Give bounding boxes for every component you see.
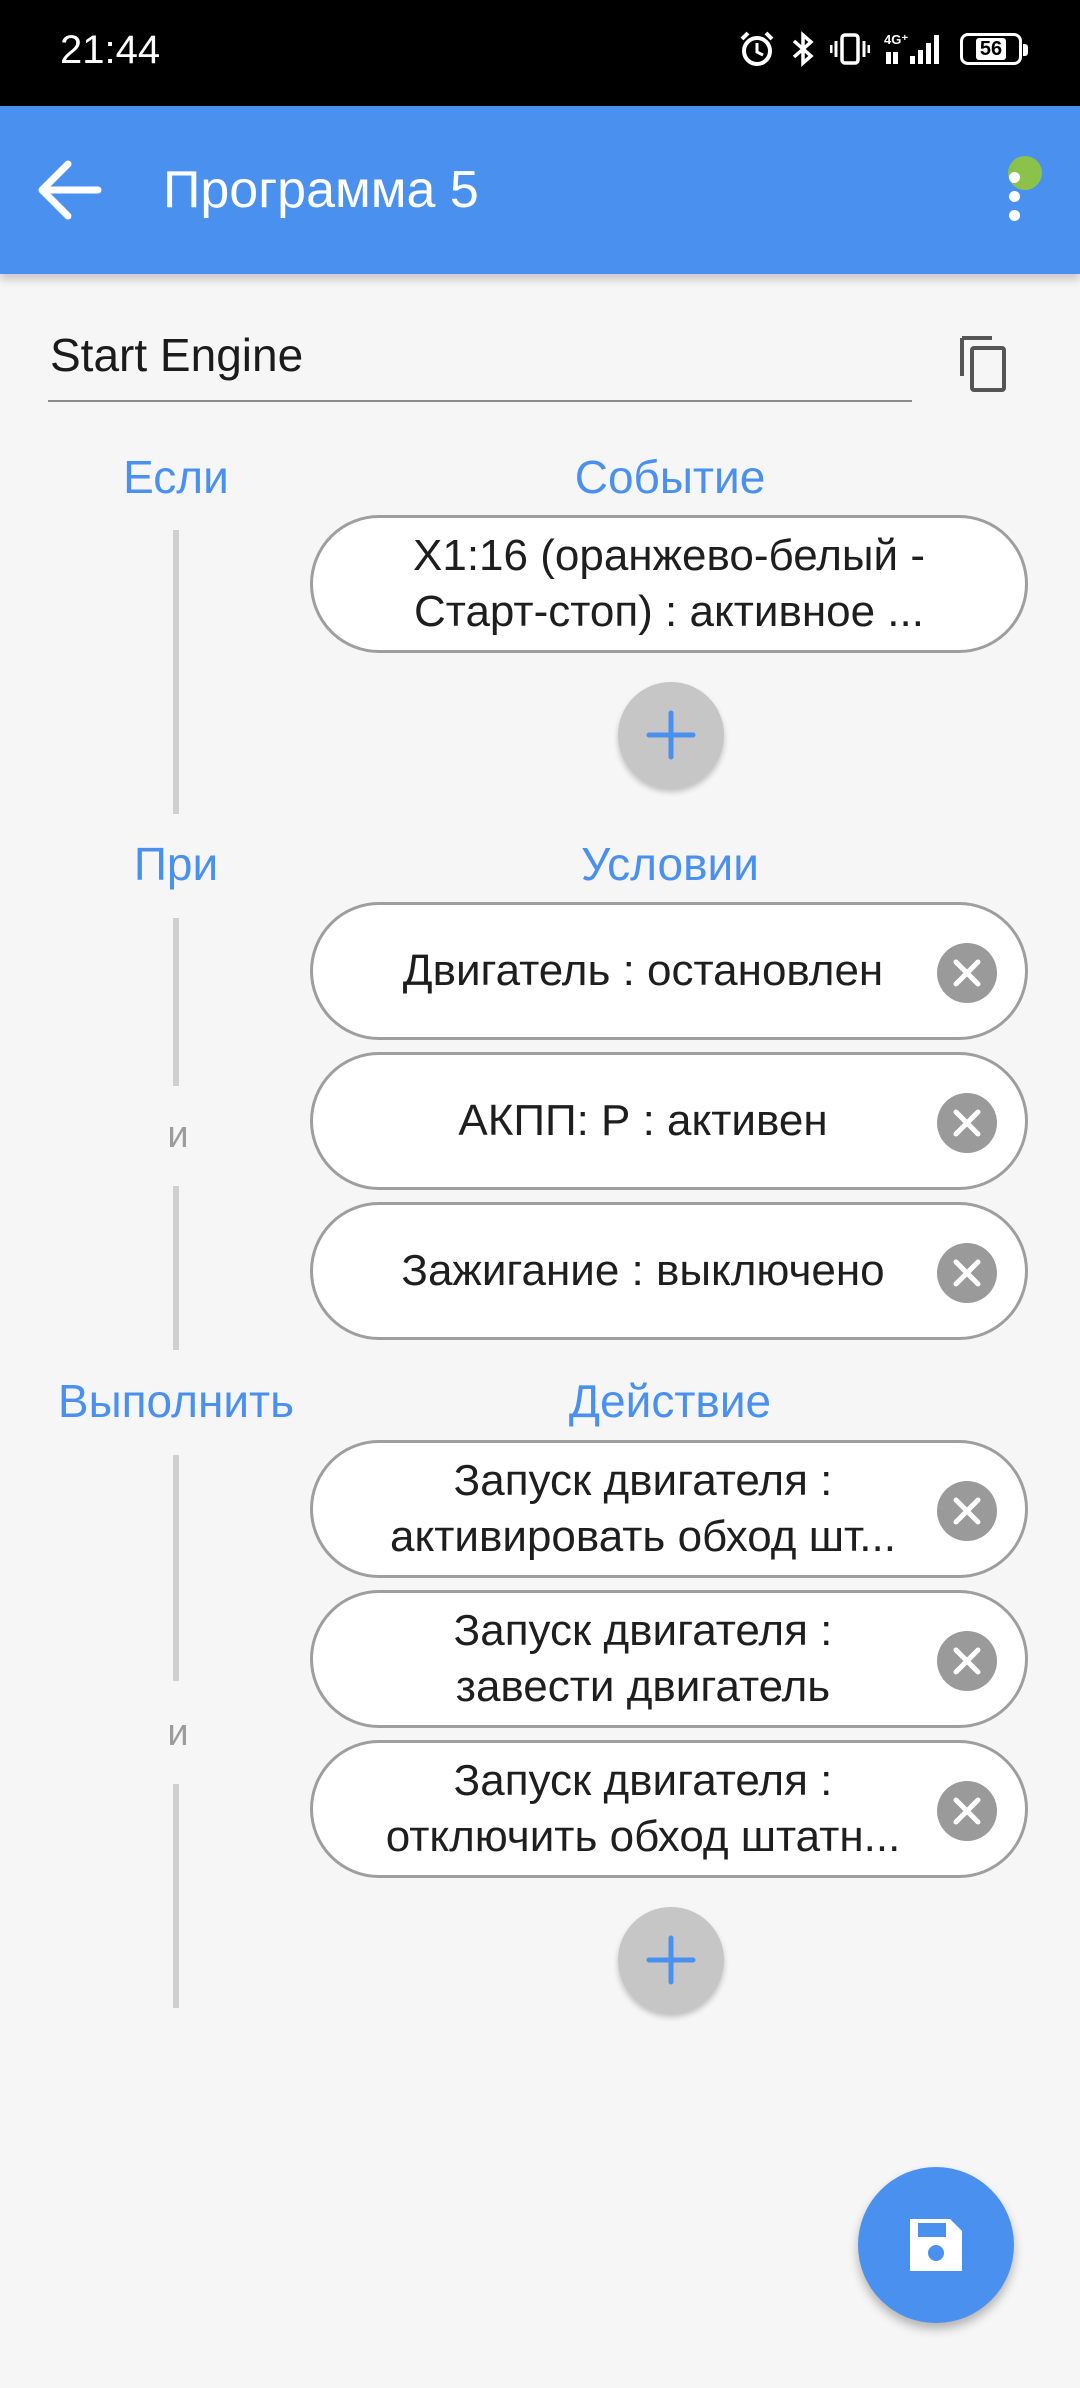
copy-button[interactable] bbox=[950, 330, 1016, 400]
execute-label: Выполнить bbox=[57, 1375, 295, 1427]
condition-item[interactable]: АКПП: Р : активен bbox=[310, 1052, 1028, 1190]
condition-connector-line bbox=[173, 918, 179, 1086]
when-label: При bbox=[133, 838, 219, 890]
save-icon bbox=[910, 2219, 962, 2271]
status-bar: 21:44 4G⁺ 56 bbox=[0, 0, 1080, 106]
action-connector-line bbox=[173, 1455, 179, 1681]
more-menu-button[interactable] bbox=[996, 156, 1042, 228]
copy-icon bbox=[960, 336, 1006, 392]
action-item[interactable]: Запуск двигателя : завести двигатель bbox=[310, 1590, 1028, 1728]
status-time: 21:44 bbox=[60, 28, 161, 72]
add-event-button[interactable] bbox=[618, 682, 724, 788]
action-item[interactable]: Запуск двигателя : активировать обход шт… bbox=[310, 1440, 1028, 1578]
condition-item[interactable]: Зажигание : выключено bbox=[310, 1202, 1028, 1340]
plus-icon bbox=[646, 1935, 696, 1985]
battery-level: 56 bbox=[975, 38, 1007, 60]
close-icon bbox=[953, 1647, 981, 1675]
more-vert-icon-dot bbox=[1009, 210, 1020, 221]
action-item[interactable]: Запуск двигателя : отключить обход штатн… bbox=[310, 1740, 1028, 1878]
condition-item-label: АКПП: Р : активен bbox=[458, 1096, 828, 1145]
condition-and-label: и bbox=[167, 1114, 189, 1156]
event-item[interactable]: X1:16 (оранжево-белый - Старт-стоп) : ак… bbox=[310, 515, 1028, 653]
condition-item[interactable]: Двигатель : остановлен bbox=[310, 902, 1028, 1040]
action-and-label: и bbox=[167, 1712, 189, 1754]
condition-connector-line bbox=[173, 1186, 179, 1350]
action-item-text: Запуск двигателя : отключить обход штатн… bbox=[385, 1756, 901, 1861]
plus-icon bbox=[646, 710, 696, 760]
more-vert-icon-dot bbox=[1009, 172, 1020, 183]
close-icon bbox=[953, 959, 981, 987]
remove-action-button[interactable] bbox=[937, 1631, 997, 1691]
status-icons: 4G⁺ 56 bbox=[738, 30, 1028, 68]
program-name-value: Start Engine bbox=[50, 329, 304, 381]
add-action-button[interactable] bbox=[618, 1907, 724, 2013]
if-connector-line bbox=[173, 530, 179, 814]
page-title: Программа 5 bbox=[163, 161, 479, 219]
bluetooth-icon bbox=[792, 31, 814, 67]
action-item-text: Запуск двигателя : активировать обход шт… bbox=[390, 1456, 896, 1561]
remove-action-button[interactable] bbox=[937, 1481, 997, 1541]
action-connector-line bbox=[173, 1784, 179, 2008]
action-header: Действие bbox=[568, 1375, 772, 1427]
remove-condition-button[interactable] bbox=[937, 1243, 997, 1303]
remove-condition-button[interactable] bbox=[937, 943, 997, 1003]
event-item-text: X1:16 (оранжево-белый - Старт-стоп) : ак… bbox=[413, 531, 925, 636]
arrow-left-icon bbox=[38, 160, 102, 220]
close-icon bbox=[953, 1497, 981, 1525]
action-item-text: Запуск двигателя : завести двигатель bbox=[453, 1606, 833, 1711]
if-label: Если bbox=[123, 451, 229, 503]
close-icon bbox=[953, 1259, 981, 1287]
program-name-field[interactable]: Start Engine bbox=[48, 316, 912, 402]
remove-condition-button[interactable] bbox=[937, 1093, 997, 1153]
svg-text:4G⁺: 4G⁺ bbox=[884, 32, 908, 47]
signal-4g-icon: 4G⁺ bbox=[884, 32, 939, 64]
condition-item-label: Зажигание : выключено bbox=[401, 1246, 885, 1295]
alarm-icon bbox=[740, 31, 774, 66]
app-bar: Программа 5 bbox=[0, 106, 1080, 274]
condition-item-label: Двигатель : остановлен bbox=[402, 946, 884, 995]
more-vert-icon-dot bbox=[1009, 191, 1020, 202]
close-icon bbox=[953, 1797, 981, 1825]
remove-action-button[interactable] bbox=[937, 1781, 997, 1841]
close-icon bbox=[953, 1109, 981, 1137]
save-button[interactable] bbox=[858, 2167, 1014, 2323]
battery-icon: 56 bbox=[960, 33, 1028, 65]
vibrate-icon bbox=[830, 33, 870, 65]
condition-header: Условии bbox=[581, 838, 759, 890]
back-button[interactable] bbox=[36, 150, 110, 230]
event-header: Событие bbox=[574, 451, 766, 503]
